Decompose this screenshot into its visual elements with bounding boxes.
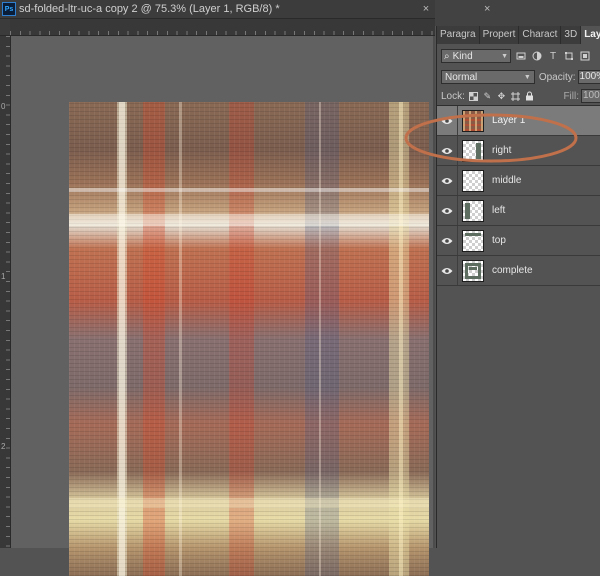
ruler-label-0: 0 (1, 102, 6, 111)
lock-fill-row: Lock: ✎ ✥ Fill: 100% (437, 87, 600, 106)
window-chrome-strip (435, 0, 600, 26)
window-close-button[interactable]: × (484, 3, 490, 15)
fill-label: Fill: (563, 90, 579, 102)
blend-mode-select[interactable]: Normal ▼ (441, 70, 535, 84)
filter-kind-select[interactable]: ⌕ Kind ▼ (441, 49, 511, 63)
layer-thumbnail[interactable] (462, 199, 484, 222)
canvas-scrollbar[interactable] (433, 36, 435, 548)
layer-thumbnail[interactable] (462, 229, 484, 252)
plaid-canvas-image[interactable] (69, 102, 429, 576)
canvas-stripe (69, 214, 429, 226)
lock-artboard-icon[interactable] (510, 91, 521, 102)
visibility-eye-icon[interactable] (437, 136, 458, 165)
lock-position-icon[interactable]: ✥ (496, 91, 507, 102)
tab-3d[interactable]: 3D (561, 26, 582, 44)
panel-tab-bar: Paragra Propert Charact 3D Layers ≡ (437, 26, 600, 44)
layers-panel: Paragra Propert Charact 3D Layers ≡ ⌕ Ki… (436, 26, 600, 548)
horizontal-ruler[interactable] (10, 19, 435, 36)
tab-character[interactable]: Charact (519, 26, 562, 44)
search-icon: ⌕ (444, 50, 450, 62)
layer-row-left[interactable]: left (437, 196, 600, 226)
canvas-stripe (69, 498, 429, 508)
layer-name[interactable]: complete (492, 265, 533, 276)
layer-thumbnail[interactable] (462, 139, 484, 162)
layer-name[interactable]: top (492, 235, 506, 246)
shape-filter-icon[interactable] (563, 50, 575, 62)
adjustment-filter-icon[interactable] (531, 50, 543, 62)
blend-opacity-row: Normal ▼ Opacity: 100% (437, 67, 600, 87)
fill-input[interactable]: 100% (581, 89, 600, 103)
ruler-label-1: 1 (1, 272, 6, 281)
visibility-eye-icon[interactable] (437, 166, 458, 195)
document-close-button[interactable]: × (417, 3, 435, 15)
type-filter-icon[interactable]: T (547, 50, 559, 62)
layer-row-complete[interactable]: complete (437, 256, 600, 286)
layer-row-layer-1[interactable]: Layer 1 (437, 106, 600, 136)
filter-kind-label: Kind (452, 50, 473, 62)
layer-name[interactable]: left (492, 205, 505, 216)
layer-name[interactable]: right (492, 145, 511, 156)
lock-label: Lock: (441, 90, 465, 102)
vertical-ruler[interactable]: 0 1 2 (0, 36, 11, 548)
layer-thumbnail[interactable] (462, 169, 484, 192)
photoshop-logo: Ps (2, 2, 16, 16)
layer-thumbnail[interactable] (462, 109, 484, 132)
tab-layers[interactable]: Layers (581, 26, 600, 44)
visibility-eye-icon[interactable] (437, 106, 458, 135)
pixel-filter-icon[interactable] (515, 50, 527, 62)
tab-properties[interactable]: Propert (480, 26, 520, 44)
lock-all-icon[interactable] (524, 91, 535, 102)
blend-mode-value: Normal (445, 71, 478, 83)
layer-filter-row: ⌕ Kind ▼ T (437, 45, 600, 67)
canvas-stripe (69, 188, 429, 192)
smart-object-filter-icon[interactable] (579, 50, 591, 62)
lock-image-pixels-icon[interactable]: ✎ (482, 91, 493, 102)
layers-list: Layer 1 right middle left top complete (437, 106, 600, 286)
visibility-eye-icon[interactable] (437, 256, 458, 285)
layer-name[interactable]: middle (492, 175, 521, 186)
chevron-down-icon: ▼ (523, 73, 531, 81)
layer-row-right[interactable]: right (437, 136, 600, 166)
layer-name[interactable]: Layer 1 (492, 115, 525, 126)
document-titlebar[interactable]: Ps sd-folded-ltr-uc-a copy 2 @ 75.3% (La… (0, 0, 435, 19)
ruler-label-2: 2 (1, 442, 6, 451)
chevron-down-icon: ▼ (501, 52, 508, 60)
layer-thumbnail[interactable] (462, 259, 484, 282)
visibility-eye-icon[interactable] (437, 196, 458, 225)
visibility-eye-icon[interactable] (437, 226, 458, 255)
tab-paragraph[interactable]: Paragra (437, 26, 480, 44)
document-title: sd-folded-ltr-uc-a copy 2 @ 75.3% (Layer… (19, 3, 280, 15)
opacity-input[interactable]: 100% (577, 70, 600, 84)
layer-row-top[interactable]: top (437, 226, 600, 256)
lock-transparency-icon[interactable] (468, 91, 479, 102)
opacity-label: Opacity: (538, 71, 576, 83)
layer-row-middle[interactable]: middle (437, 166, 600, 196)
canvas-area[interactable] (11, 36, 435, 576)
